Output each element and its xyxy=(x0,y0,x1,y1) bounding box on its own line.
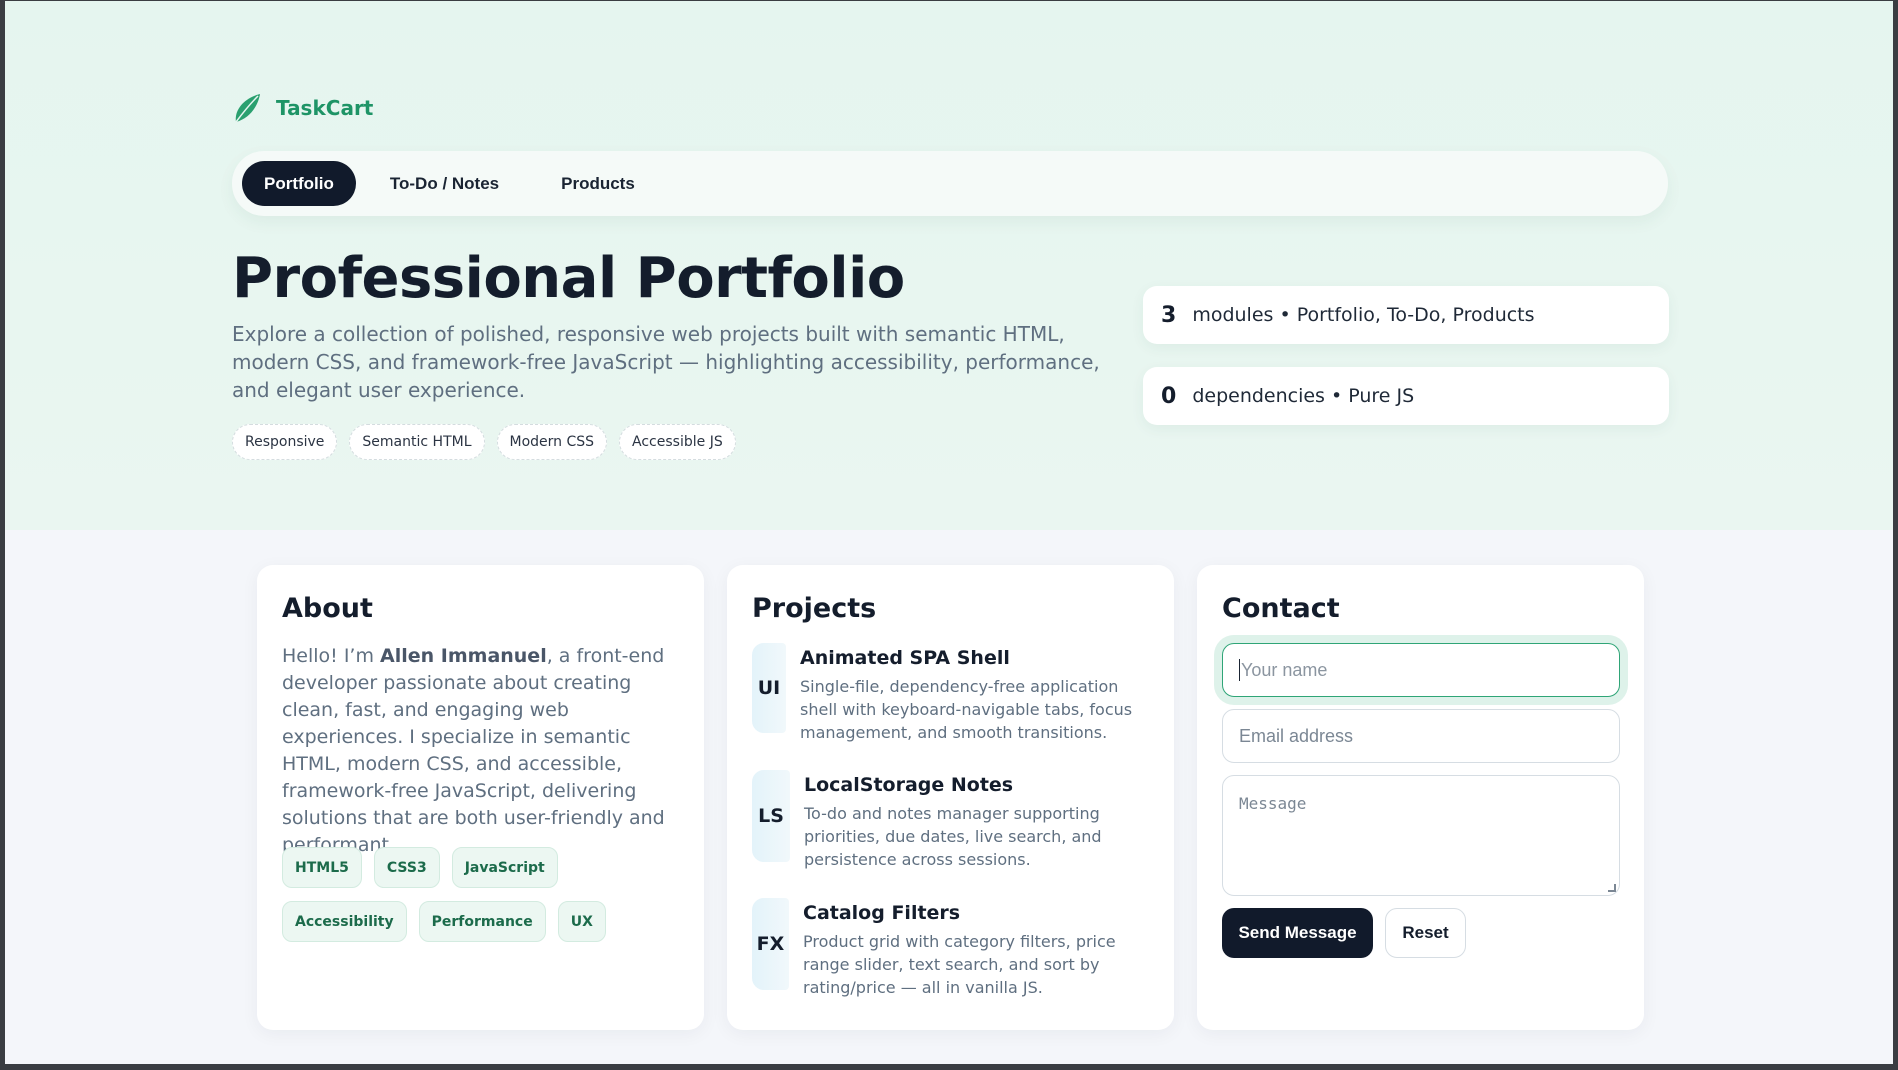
contact-card: Contact Your name Email address Message … xyxy=(1197,565,1644,1030)
name-input[interactable]: Your name xyxy=(1222,643,1620,697)
skill-chip: Accessibility xyxy=(282,901,407,942)
stat-dependencies: 0 dependencies • Pure JS xyxy=(1143,367,1669,425)
hero-tags: Responsive Semantic HTML Modern CSS Acce… xyxy=(232,424,736,460)
project-description: Product grid with category filters, pric… xyxy=(803,932,1116,997)
skill-chip: HTML5 xyxy=(282,847,362,888)
author-name: Allen Immanuel xyxy=(380,645,547,667)
message-placeholder: Message xyxy=(1239,794,1307,813)
about-text-intro: Hello! I’m xyxy=(282,645,381,667)
contact-heading: Contact xyxy=(1222,593,1340,624)
leaf-icon xyxy=(235,94,260,123)
skill-chip: JavaScript xyxy=(451,847,558,888)
project-badge: FX xyxy=(752,898,789,990)
message-textarea[interactable]: Message xyxy=(1222,775,1620,896)
stat-text: modules • Portfolio, To-Do, Products xyxy=(1192,304,1535,326)
projects-heading: Projects xyxy=(752,593,877,624)
about-text: Hello! I’m Allen Immanuel, a front-end d… xyxy=(282,643,682,859)
project-item[interactable]: UI Animated SPA Shell Single-file, depen… xyxy=(752,643,1145,744)
stat-value: 3 xyxy=(1161,302,1177,328)
email-field[interactable]: Email address xyxy=(1222,709,1620,763)
email-placeholder: Email address xyxy=(1239,725,1354,746)
stat-text: dependencies • Pure JS xyxy=(1192,385,1415,407)
hero-tag: Accessible JS xyxy=(619,424,736,460)
about-card: About Hello! I’m Allen Immanuel, a front… xyxy=(257,565,704,1030)
project-item[interactable]: LS LocalStorage Notes To-do and notes ma… xyxy=(752,770,1124,871)
tab-products[interactable]: Products xyxy=(533,161,663,206)
project-badge: UI xyxy=(752,643,786,733)
skill-chip: CSS3 xyxy=(373,847,440,888)
project-title: Catalog Filters xyxy=(803,902,961,924)
reset-button[interactable]: Reset xyxy=(1385,908,1466,958)
stat-value: 0 xyxy=(1161,383,1177,409)
project-item[interactable]: FX Catalog Filters Product grid with cat… xyxy=(752,898,1123,999)
name-placeholder: Your name xyxy=(1241,659,1328,680)
main-nav: Portfolio To-Do / Notes Products xyxy=(232,151,1668,216)
project-description: Single-file, dependency-free application… xyxy=(800,677,1133,742)
about-text-body: , a front-end developer passionate about… xyxy=(282,645,665,856)
send-message-button[interactable]: Send Message xyxy=(1222,908,1373,958)
project-description: To-do and notes manager supporting prior… xyxy=(804,804,1102,869)
skill-chip: Performance xyxy=(418,901,546,942)
skill-chip: UX xyxy=(557,901,606,942)
tab-portfolio[interactable]: Portfolio xyxy=(242,161,356,206)
skills-list: HTML5 CSS3 JavaScript Accessibility Perf… xyxy=(282,847,692,942)
project-title: Animated SPA Shell xyxy=(800,647,1010,669)
hero-tag: Modern CSS xyxy=(496,424,608,460)
project-badge: LS xyxy=(752,770,790,862)
hero-description: Explore a collection of polished, respon… xyxy=(232,322,1100,402)
brand-name: TaskCart xyxy=(276,96,374,120)
brand[interactable]: TaskCart xyxy=(232,92,373,124)
project-title: LocalStorage Notes xyxy=(804,774,1014,796)
resize-handle-icon[interactable] xyxy=(1608,884,1616,892)
projects-card: Projects UI Animated SPA Shell Single-fi… xyxy=(727,565,1174,1030)
text-caret xyxy=(1239,659,1240,681)
hero-tag: Semantic HTML xyxy=(349,424,485,460)
tab-todo-notes[interactable]: To-Do / Notes xyxy=(362,161,527,206)
about-heading: About xyxy=(282,593,373,624)
stat-modules: 3 modules • Portfolio, To-Do, Products xyxy=(1143,286,1669,344)
page-title: Professional Portfolio xyxy=(232,246,905,311)
hero-tag: Responsive xyxy=(232,424,338,460)
